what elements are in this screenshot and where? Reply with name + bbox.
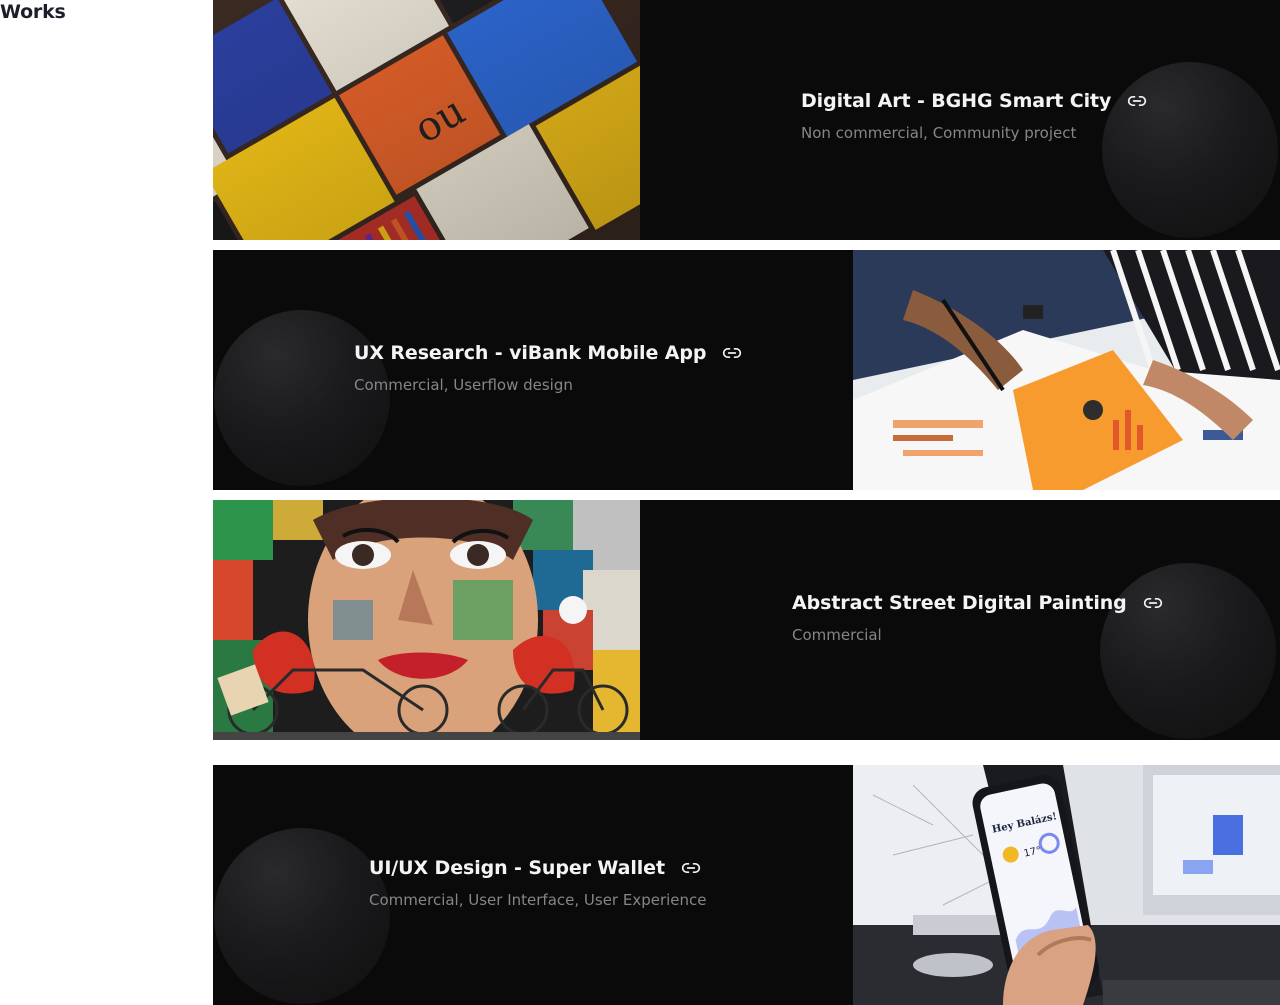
decorative-circle <box>1102 62 1278 238</box>
work-info: UI/UX Design - Super Wallet Commercial, … <box>369 857 707 909</box>
work-title[interactable]: Digital Art - BGHG Smart City <box>801 90 1111 112</box>
link-icon[interactable] <box>681 858 701 878</box>
work-info: Digital Art - BGHG Smart City Non commer… <box>801 90 1147 142</box>
work-tags: Commercial, User Interface, User Experie… <box>369 891 707 909</box>
work-tags: Commercial <box>792 626 882 644</box>
work-tags: Commercial, Userflow design <box>354 376 573 394</box>
decorative-circle <box>214 310 390 486</box>
work-thumbnail[interactable] <box>213 500 640 740</box>
link-icon[interactable] <box>1143 593 1163 613</box>
link-icon[interactable] <box>1127 91 1147 111</box>
work-tags: Non commercial, Community project <box>801 124 1077 142</box>
work-info: UX Research - viBank Mobile App Commerci… <box>354 342 742 394</box>
work-card[interactable]: UX Research - viBank Mobile App Commerci… <box>213 250 1280 490</box>
work-thumbnail[interactable] <box>853 250 1280 490</box>
work-card[interactable]: RI ou Digital Art - BGHG Smart City <box>213 0 1280 240</box>
link-icon[interactable] <box>722 343 742 363</box>
decorative-circle <box>214 828 390 1004</box>
work-card[interactable]: Abstract Street Digital Painting Commerc… <box>213 500 1280 740</box>
section-title: Works <box>0 1 66 23</box>
work-thumbnail[interactable]: Hey Balázs! 17° <box>853 765 1280 1005</box>
work-thumbnail[interactable]: RI ou <box>213 0 640 240</box>
works-page: Works ou Digital Art - BGHG Smart City N… <box>0 0 1280 1005</box>
work-title[interactable]: UI/UX Design - Super Wallet <box>369 857 665 879</box>
work-title[interactable]: UX Research - viBank Mobile App <box>354 342 706 364</box>
work-info: Abstract Street Digital Painting Commerc… <box>792 592 1163 644</box>
decorative-circle <box>1100 563 1276 739</box>
work-card[interactable]: UI/UX Design - Super Wallet Commercial, … <box>213 765 1280 1005</box>
work-title[interactable]: Abstract Street Digital Painting <box>792 592 1127 614</box>
